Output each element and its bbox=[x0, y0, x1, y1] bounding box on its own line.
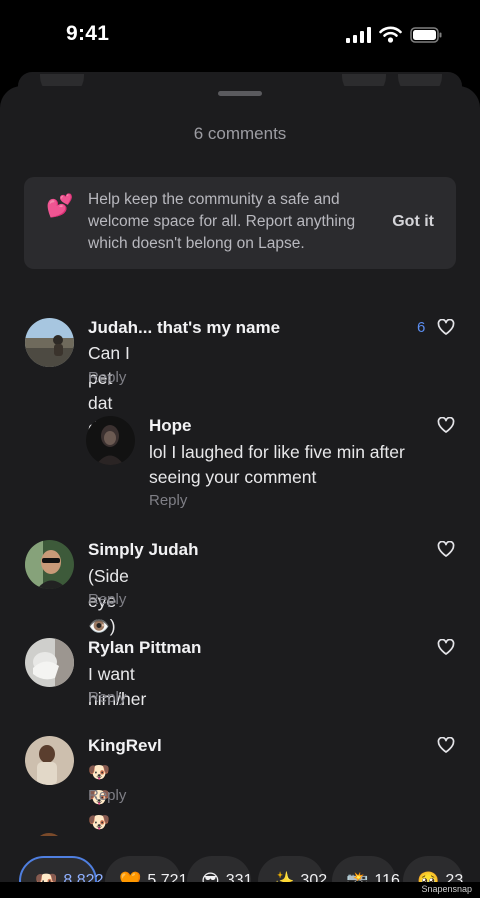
cellular-signal-icon bbox=[346, 26, 371, 43]
reply-button[interactable]: Reply bbox=[88, 369, 126, 386]
reply-button[interactable]: Reply bbox=[88, 591, 126, 608]
comments-sheet: 6 comments 💕 Help keep the community a s… bbox=[0, 86, 480, 898]
community-notice: 💕 Help keep the community a safe and wel… bbox=[24, 177, 456, 269]
sheet-grabber[interactable] bbox=[218, 91, 262, 96]
watermark-text: Snapensnap bbox=[421, 884, 472, 894]
reply-button[interactable]: Reply bbox=[88, 689, 126, 706]
reply-button[interactable]: Reply bbox=[149, 492, 187, 509]
avatar[interactable] bbox=[25, 540, 74, 589]
notice-text: Help keep the community a safe and welco… bbox=[88, 191, 356, 252]
heart-icon[interactable] bbox=[437, 319, 455, 335]
wifi-icon bbox=[379, 26, 402, 43]
status-bar: 9:41 bbox=[0, 0, 480, 72]
like-count: 6 bbox=[417, 319, 426, 336]
watermark-strip: Snapensnap bbox=[0, 882, 480, 898]
heart-icon[interactable] bbox=[437, 639, 455, 655]
comment-author[interactable]: KingRevl bbox=[88, 736, 162, 756]
status-icons bbox=[346, 26, 442, 43]
comment-author[interactable]: Rylan Pittman bbox=[88, 638, 201, 658]
status-time: 9:41 bbox=[66, 22, 110, 45]
hearts-emoji-icon: 💕 bbox=[46, 193, 74, 218]
comment-text: lol I laughed for like five min after se… bbox=[149, 442, 405, 487]
reply-button[interactable]: Reply bbox=[88, 787, 126, 804]
avatar[interactable] bbox=[86, 416, 135, 465]
comments-count-title: 6 comments bbox=[193, 124, 287, 143]
comment-author[interactable]: Simply Judah bbox=[88, 540, 199, 560]
heart-icon[interactable] bbox=[437, 737, 455, 753]
avatar[interactable] bbox=[25, 736, 74, 785]
heart-icon[interactable] bbox=[437, 417, 455, 433]
comment-author[interactable]: Judah... that's my name bbox=[88, 318, 280, 338]
avatar[interactable] bbox=[25, 318, 74, 367]
heart-icon[interactable] bbox=[437, 541, 455, 557]
avatar[interactable] bbox=[25, 638, 74, 687]
comment-author[interactable]: Hope bbox=[149, 416, 192, 436]
battery-icon bbox=[410, 26, 442, 43]
got-it-button[interactable]: Got it bbox=[392, 213, 434, 231]
